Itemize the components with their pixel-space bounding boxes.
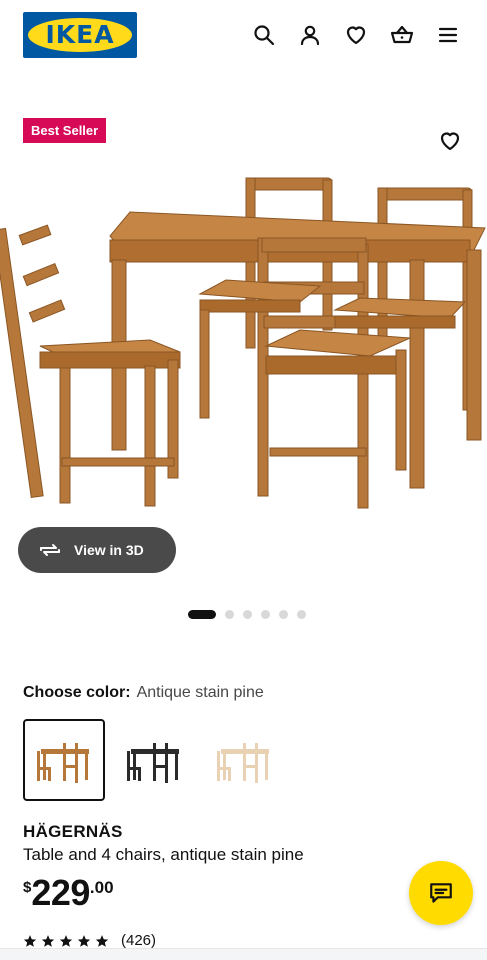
user-icon[interactable] [297, 22, 323, 48]
product-image[interactable] [0, 170, 487, 515]
search-icon[interactable] [251, 22, 277, 48]
star-icon [59, 934, 73, 947]
best-seller-badge: Best Seller [23, 118, 107, 143]
view-in-3d-label: View in 3D [74, 542, 144, 558]
bottom-bar [0, 948, 487, 960]
header-nav [251, 22, 461, 48]
carousel-dot[interactable] [297, 610, 306, 619]
rotate-3d-icon [40, 544, 60, 556]
carousel-dot[interactable] [279, 610, 288, 619]
chat-icon [430, 883, 452, 903]
basket-icon[interactable] [389, 22, 415, 48]
swatch-antique-stain-pine[interactable] [23, 719, 105, 801]
favorite-heart-icon[interactable] [438, 129, 464, 155]
color-swatches [23, 719, 285, 801]
product-name: HÄGERNÄS [23, 822, 123, 841]
price-integer: 229 [31, 872, 90, 913]
carousel-dot-active[interactable] [188, 610, 216, 619]
price-currency: $ [23, 879, 32, 896]
product-price: $ 229 .00 [23, 873, 114, 913]
star-icon [77, 934, 91, 947]
swatch-black-brown[interactable] [113, 719, 195, 801]
carousel-dot[interactable] [243, 610, 252, 619]
price-decimal: .00 [89, 878, 114, 897]
choose-color: Choose color: Antique stain pine [23, 684, 264, 702]
chat-button[interactable] [409, 861, 473, 925]
choose-color-value: Antique stain pine [136, 684, 264, 701]
carousel-dot[interactable] [261, 610, 270, 619]
logo-text: IKEA [45, 20, 115, 49]
carousel-dot[interactable] [225, 610, 234, 619]
heart-icon[interactable] [343, 22, 369, 48]
carousel-indicators [188, 610, 306, 619]
star-icon [23, 934, 37, 947]
star-icon [41, 934, 55, 947]
header: IKEA [0, 0, 487, 72]
review-count: (426) [121, 932, 157, 949]
choose-color-label: Choose color: [23, 684, 131, 701]
star-icon [95, 934, 109, 947]
swatch-white-stain[interactable] [203, 719, 285, 801]
product-rating[interactable]: (426) [23, 932, 156, 949]
view-in-3d-button[interactable]: View in 3D [18, 527, 176, 573]
ikea-logo[interactable]: IKEA [23, 12, 137, 58]
menu-icon[interactable] [435, 22, 461, 48]
product-description: Table and 4 chairs, antique stain pine [23, 845, 304, 864]
